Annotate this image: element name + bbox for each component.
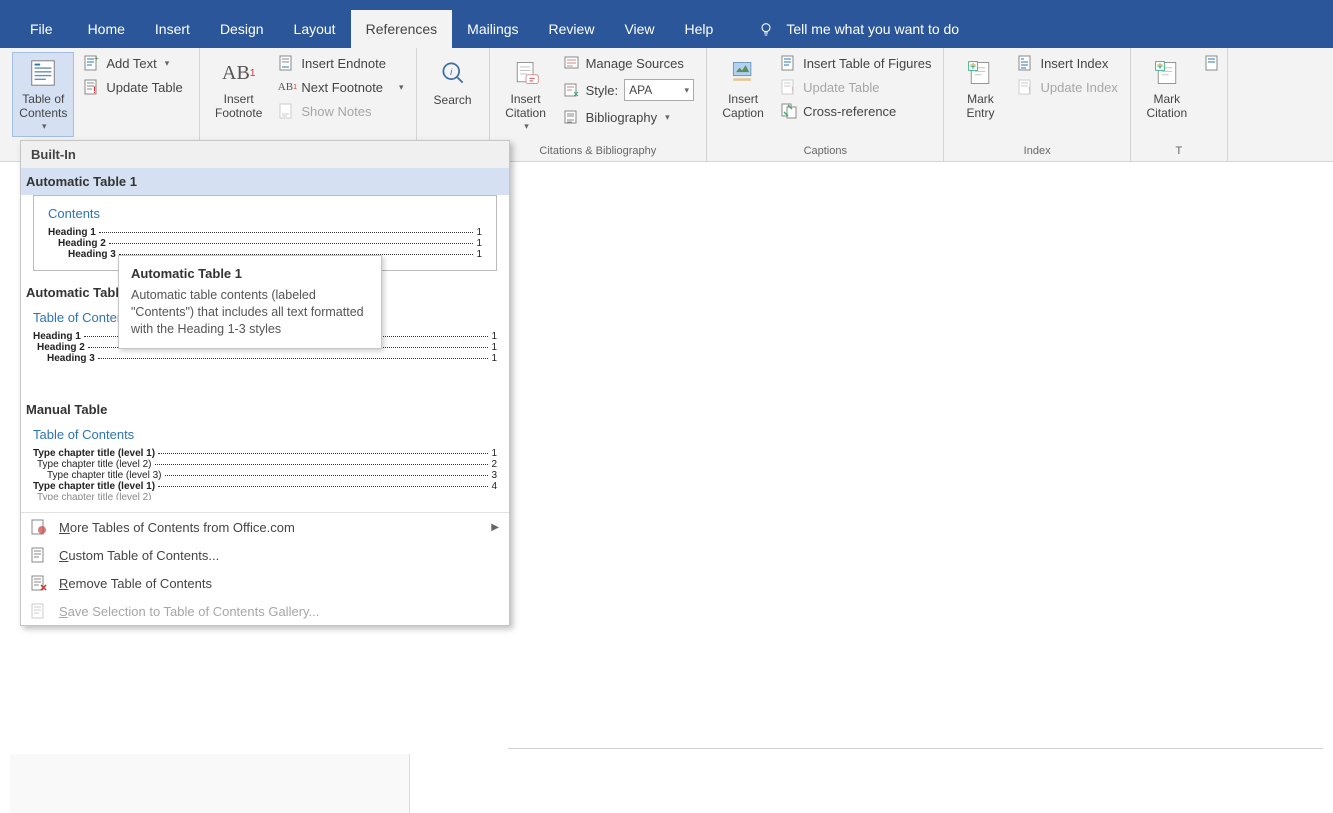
remove-toc[interactable]: Remove Table of Contents — [21, 569, 509, 597]
manage-sources-button[interactable]: Manage Sources — [560, 52, 699, 74]
style-select[interactable]: APA▾ — [624, 79, 694, 101]
tab-home[interactable]: Home — [73, 10, 140, 48]
add-text-icon: + — [84, 55, 100, 71]
tab-help[interactable]: Help — [670, 10, 729, 48]
svg-text:i: i — [450, 67, 453, 78]
next-footnote-button[interactable]: AB1 Next Footnote ▾ — [275, 76, 407, 98]
tab-file[interactable]: File — [10, 10, 73, 48]
insert-footnote-button[interactable]: AB1 Insert Footnote — [208, 52, 269, 126]
tab-insert[interactable]: Insert — [140, 10, 205, 48]
mark-entry-button[interactable]: Mark Entry — [952, 52, 1008, 126]
remove-toc-icon — [31, 575, 47, 591]
table-of-contents-button[interactable]: Table of Contents ▾ — [12, 52, 74, 137]
tab-mailings[interactable]: Mailings — [452, 10, 533, 48]
ribbon-tabs: File Home Insert Design Layout Reference… — [0, 10, 1333, 48]
tab-view[interactable]: View — [609, 10, 669, 48]
insert-endnote-button[interactable]: Insert Endnote — [275, 52, 407, 74]
tell-me-input[interactable]: Tell me what you want to do — [786, 21, 959, 37]
toa-icon — [1205, 55, 1221, 71]
group-label-captions: Captions — [715, 145, 935, 161]
xref-icon — [781, 103, 797, 119]
svg-text:+: + — [94, 55, 99, 63]
insert-toa-button[interactable] — [1201, 52, 1219, 74]
tab-design[interactable]: Design — [205, 10, 279, 48]
show-notes-button[interactable]: Show Notes — [275, 100, 407, 122]
search-button[interactable]: i Search — [425, 52, 481, 112]
update-index-button[interactable]: ! Update Index — [1014, 76, 1121, 98]
preview-manual[interactable]: Table of Contents Type chapter title (le… — [25, 423, 505, 504]
style-icon — [564, 82, 580, 98]
custom-toc-icon — [31, 547, 47, 563]
svg-text:!: ! — [791, 85, 794, 95]
show-notes-icon — [279, 103, 295, 119]
tooltip-auto-table-1: Automatic Table 1 Automatic table conten… — [118, 255, 382, 349]
gallery-item-auto2[interactable]: Automatic Table 2 — [21, 279, 121, 306]
citation-style[interactable]: Style: APA▾ — [560, 76, 699, 104]
toc-gallery-dropdown: Built-In Automatic Table 1 Contents Head… — [20, 140, 510, 626]
toc-icon — [27, 57, 59, 89]
mark-entry-icon — [964, 57, 996, 89]
gallery-header-builtin: Built-In — [21, 141, 509, 168]
citation-icon — [510, 57, 542, 89]
save-selection-toc: Save Selection to Table of Contents Gall… — [21, 597, 509, 625]
update-table-button[interactable]: ! Update Table — [80, 76, 186, 98]
tab-review[interactable]: Review — [534, 10, 610, 48]
svg-text:!: ! — [1028, 85, 1031, 95]
insert-index-button[interactable]: Insert Index — [1014, 52, 1121, 74]
cross-reference-button[interactable]: Cross-reference — [777, 100, 935, 122]
lightbulb-icon — [758, 21, 774, 37]
caption-icon — [727, 57, 759, 89]
submenu-arrow-icon: ▶ — [491, 522, 499, 533]
insert-table-figures-button[interactable]: Insert Table of Figures — [777, 52, 935, 74]
mark-citation-icon — [1151, 57, 1183, 89]
group-label-toa: T — [1139, 145, 1219, 161]
save-gallery-icon — [31, 603, 47, 619]
update-table-icon: ! — [84, 79, 100, 95]
tof-icon — [781, 55, 797, 71]
tab-references[interactable]: References — [351, 10, 453, 48]
bibliography-icon — [564, 109, 580, 125]
chevron-down-icon: ▾ — [42, 121, 47, 132]
bibliography-button[interactable]: Bibliography▾ — [560, 106, 699, 128]
update-tof-button[interactable]: ! Update Table — [777, 76, 935, 98]
footnote-ab-icon: AB1 — [223, 57, 255, 89]
svg-text:!: ! — [93, 85, 96, 95]
mark-citation-button[interactable]: Mark Citation — [1139, 52, 1195, 126]
next-footnote-icon: AB1 — [279, 79, 295, 95]
group-label-index: Index — [952, 145, 1121, 161]
custom-toc[interactable]: Custom Table of Contents... — [21, 541, 509, 569]
gallery-item-auto1[interactable]: Automatic Table 1 — [21, 168, 509, 195]
gallery-item-manual[interactable]: Manual Table — [21, 396, 509, 423]
manage-sources-icon — [564, 55, 580, 71]
insert-caption-button[interactable]: Insert Caption — [715, 52, 771, 126]
update-index-icon: ! — [1018, 79, 1034, 95]
office-icon — [31, 519, 47, 535]
update-tof-icon: ! — [781, 79, 797, 95]
add-text-button[interactable]: + Add Text▾ — [80, 52, 186, 74]
group-label-citations: Citations & Bibliography — [498, 145, 699, 161]
tab-layout[interactable]: Layout — [279, 10, 351, 48]
insert-index-icon — [1018, 55, 1034, 71]
search-icon: i — [437, 57, 469, 89]
endnote-icon — [279, 55, 295, 71]
more-toc-office[interactable]: More Tables of Contents from Office.com … — [21, 513, 509, 541]
insert-citation-button[interactable]: Insert Citation▾ — [498, 52, 554, 137]
